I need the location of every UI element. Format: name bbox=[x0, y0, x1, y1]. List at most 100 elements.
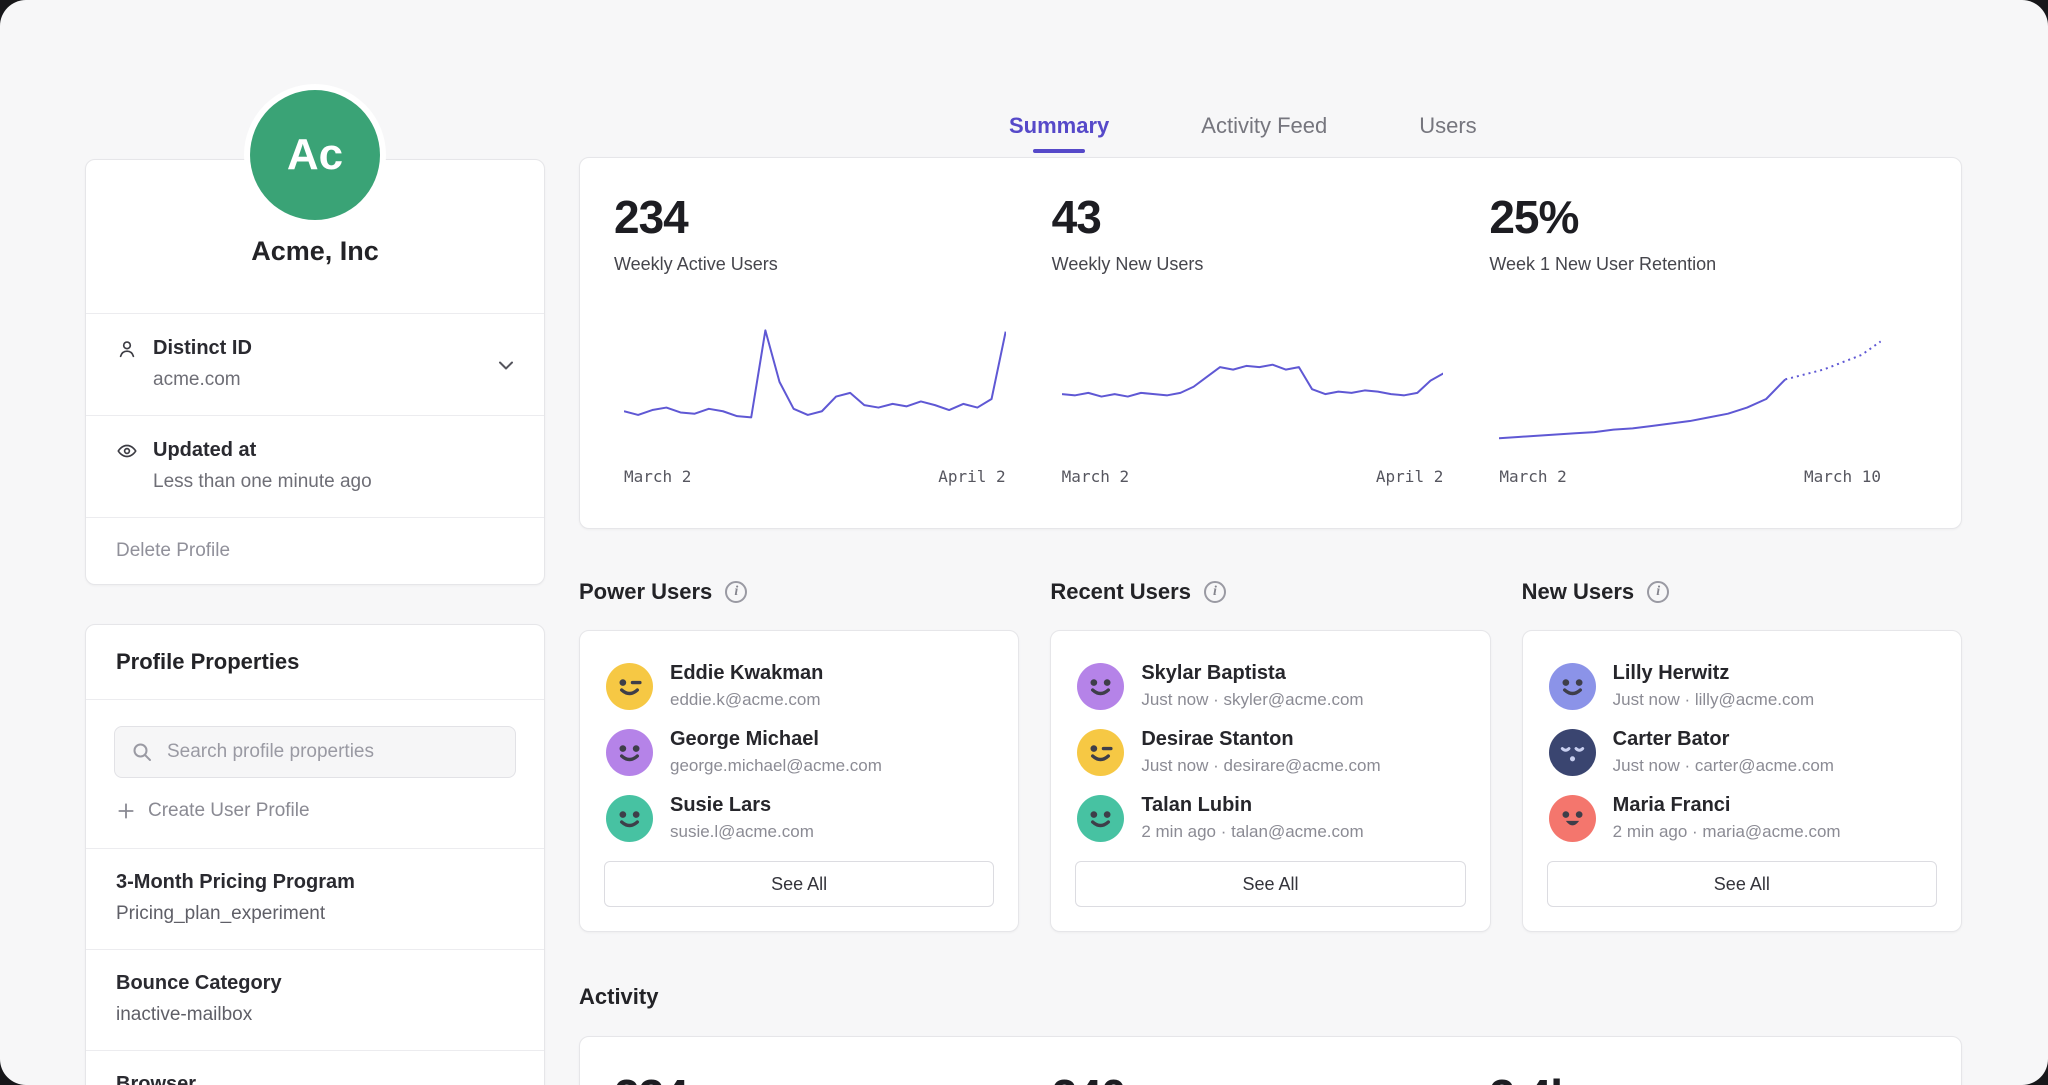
user-email: george.michael@acme.com bbox=[670, 756, 882, 776]
user-avatar-face-icon bbox=[1549, 795, 1596, 842]
user-name: Lilly Herwitz bbox=[1613, 662, 1814, 685]
weekly-active-users-sparkline bbox=[624, 315, 1006, 455]
search-profile-properties-input[interactable] bbox=[114, 726, 516, 778]
profile-properties-title: Profile Properties bbox=[86, 625, 544, 700]
property-value: inactive-mailbox bbox=[116, 1004, 514, 1026]
list-item[interactable]: Lilly Herwitz Just now · lilly@acme.com bbox=[1547, 653, 1937, 719]
metric-value: 43 bbox=[1052, 190, 1490, 244]
search-box bbox=[114, 726, 516, 778]
list-item[interactable]: Susie Lars susie.l@acme.com bbox=[604, 785, 994, 851]
activity-metrics-card: 234 240 3.4k bbox=[579, 1036, 1962, 1085]
user-email: Just now · carter@acme.com bbox=[1613, 756, 1834, 776]
section-title: New Users bbox=[1522, 579, 1635, 605]
list-item[interactable]: Eddie Kwakman eddie.k@acme.com bbox=[604, 653, 994, 719]
metric-week1-retention: 25% Week 1 New User Retention March 2 Ma… bbox=[1489, 190, 1927, 528]
eye-icon bbox=[116, 440, 138, 462]
info-icon[interactable]: i bbox=[725, 581, 747, 603]
metric-weekly-new-users: 43 Weekly New Users March 2 April 2 bbox=[1052, 190, 1490, 528]
activity-section-title: Activity bbox=[579, 984, 1962, 1010]
user-name: Desirae Stanton bbox=[1141, 728, 1380, 751]
info-icon[interactable]: i bbox=[1204, 581, 1226, 603]
user-name: Susie Lars bbox=[670, 794, 814, 817]
main-content: Summary Activity Feed Users 234 Weekly A… bbox=[579, 113, 1962, 1085]
axis-tick-end: April 2 bbox=[938, 467, 1005, 486]
user-sections-row: Power Users i Eddie Kwakman eddie.k@acme… bbox=[579, 579, 1962, 932]
field-label: Distinct ID bbox=[153, 337, 252, 360]
avatar: Ac bbox=[250, 90, 380, 220]
user-avatar-face-icon bbox=[606, 795, 653, 842]
user-avatar-face-icon bbox=[606, 663, 653, 710]
section-recent-users: Recent Users i Skylar Baptista Just now … bbox=[1050, 579, 1490, 932]
user-name: Maria Franci bbox=[1613, 794, 1841, 817]
power-users-card: Eddie Kwakman eddie.k@acme.com George Mi… bbox=[579, 630, 1019, 932]
user-avatar-face-icon bbox=[1077, 729, 1124, 776]
user-avatar-face-icon bbox=[1077, 795, 1124, 842]
metric-weekly-active-users: 234 Weekly Active Users March 2 April 2 bbox=[614, 190, 1052, 528]
axis-tick-start: March 2 bbox=[624, 467, 691, 486]
company-profile-page: Ac Acme, Inc Distinct ID acme.com bbox=[0, 0, 2048, 1085]
create-user-profile-button[interactable]: Create User Profile bbox=[116, 800, 310, 822]
metric-label: Weekly Active Users bbox=[614, 254, 1052, 275]
profile-summary-card: Acme, Inc Distinct ID acme.com bbox=[85, 159, 545, 585]
delete-profile-button[interactable]: Delete Profile bbox=[86, 518, 544, 584]
section-power-users: Power Users i Eddie Kwakman eddie.k@acme… bbox=[579, 579, 1019, 932]
list-item[interactable]: Desirae Stanton Just now · desirare@acme… bbox=[1075, 719, 1465, 785]
user-avatar-face-icon bbox=[606, 729, 653, 776]
user-avatar-face-icon bbox=[1077, 663, 1124, 710]
user-name: Carter Bator bbox=[1613, 728, 1834, 751]
axis-tick-end: April 2 bbox=[1376, 467, 1443, 486]
activity-metric-value: 234 bbox=[614, 1069, 1052, 1085]
metric-label: Week 1 New User Retention bbox=[1489, 254, 1927, 275]
weekly-new-users-sparkline bbox=[1062, 315, 1444, 455]
activity-metric-value: 3.4k bbox=[1489, 1069, 1927, 1085]
axis-tick-end: March 10 bbox=[1804, 467, 1881, 486]
retention-sparkline bbox=[1499, 315, 1881, 455]
user-avatar-face-icon bbox=[1549, 729, 1596, 776]
axis-tick-start: March 2 bbox=[1062, 467, 1129, 486]
new-users-card: Lilly Herwitz Just now · lilly@acme.com … bbox=[1522, 630, 1962, 932]
info-icon[interactable]: i bbox=[1647, 581, 1669, 603]
see-all-button[interactable]: See All bbox=[604, 861, 994, 907]
person-icon bbox=[116, 338, 138, 360]
tab-users[interactable]: Users bbox=[1419, 113, 1476, 153]
chevron-down-icon[interactable] bbox=[494, 353, 518, 377]
list-item[interactable]: Skylar Baptista Just now · skyler@acme.c… bbox=[1075, 653, 1465, 719]
property-value: Pricing_plan_experiment bbox=[116, 903, 514, 925]
distinct-id-value: acme.com bbox=[153, 369, 514, 391]
property-row[interactable]: 3-Month Pricing Program Pricing_plan_exp… bbox=[86, 848, 544, 949]
updated-at-value: Less than one minute ago bbox=[153, 471, 514, 493]
activity-metric-value: 240 bbox=[1052, 1069, 1490, 1085]
see-all-button[interactable]: See All bbox=[1547, 861, 1937, 907]
property-label: Browser bbox=[116, 1073, 514, 1085]
property-row[interactable]: Browser Chrome bbox=[86, 1050, 544, 1085]
profile-properties-card: Profile Properties Create User Profile 3… bbox=[85, 624, 545, 1085]
active-tab-underline bbox=[1033, 149, 1085, 153]
profile-sidebar: Ac Acme, Inc Distinct ID acme.com bbox=[85, 90, 545, 1085]
list-item[interactable]: Maria Franci 2 min ago · maria@acme.com bbox=[1547, 785, 1937, 851]
section-title: Power Users bbox=[579, 579, 712, 605]
list-item[interactable]: George Michael george.michael@acme.com bbox=[604, 719, 994, 785]
list-item[interactable]: Talan Lubin 2 min ago · talan@acme.com bbox=[1075, 785, 1465, 851]
see-all-button[interactable]: See All bbox=[1075, 861, 1465, 907]
metric-label: Weekly New Users bbox=[1052, 254, 1490, 275]
user-email: susie.l@acme.com bbox=[670, 822, 814, 842]
summary-metrics-card: 234 Weekly Active Users March 2 April 2 … bbox=[579, 157, 1962, 529]
metric-value: 25% bbox=[1489, 190, 1927, 244]
updated-at-row: Updated at Less than one minute ago bbox=[86, 416, 544, 518]
search-icon bbox=[130, 740, 154, 764]
property-row[interactable]: Bounce Category inactive-mailbox bbox=[86, 949, 544, 1050]
user-email: eddie.k@acme.com bbox=[670, 690, 823, 710]
list-item[interactable]: Carter Bator Just now · carter@acme.com bbox=[1547, 719, 1937, 785]
user-name: Eddie Kwakman bbox=[670, 662, 823, 685]
user-email: Just now · lilly@acme.com bbox=[1613, 690, 1814, 710]
user-name: George Michael bbox=[670, 728, 882, 751]
recent-users-card: Skylar Baptista Just now · skyler@acme.c… bbox=[1050, 630, 1490, 932]
field-label: Updated at bbox=[153, 439, 256, 462]
tab-summary[interactable]: Summary bbox=[1009, 113, 1109, 153]
user-email: Just now · skyler@acme.com bbox=[1141, 690, 1363, 710]
property-label: Bounce Category bbox=[116, 972, 514, 995]
section-title: Recent Users bbox=[1050, 579, 1191, 605]
distinct-id-row: Distinct ID acme.com bbox=[86, 314, 544, 416]
plus-icon bbox=[116, 801, 136, 821]
tab-activity-feed[interactable]: Activity Feed bbox=[1201, 113, 1327, 153]
